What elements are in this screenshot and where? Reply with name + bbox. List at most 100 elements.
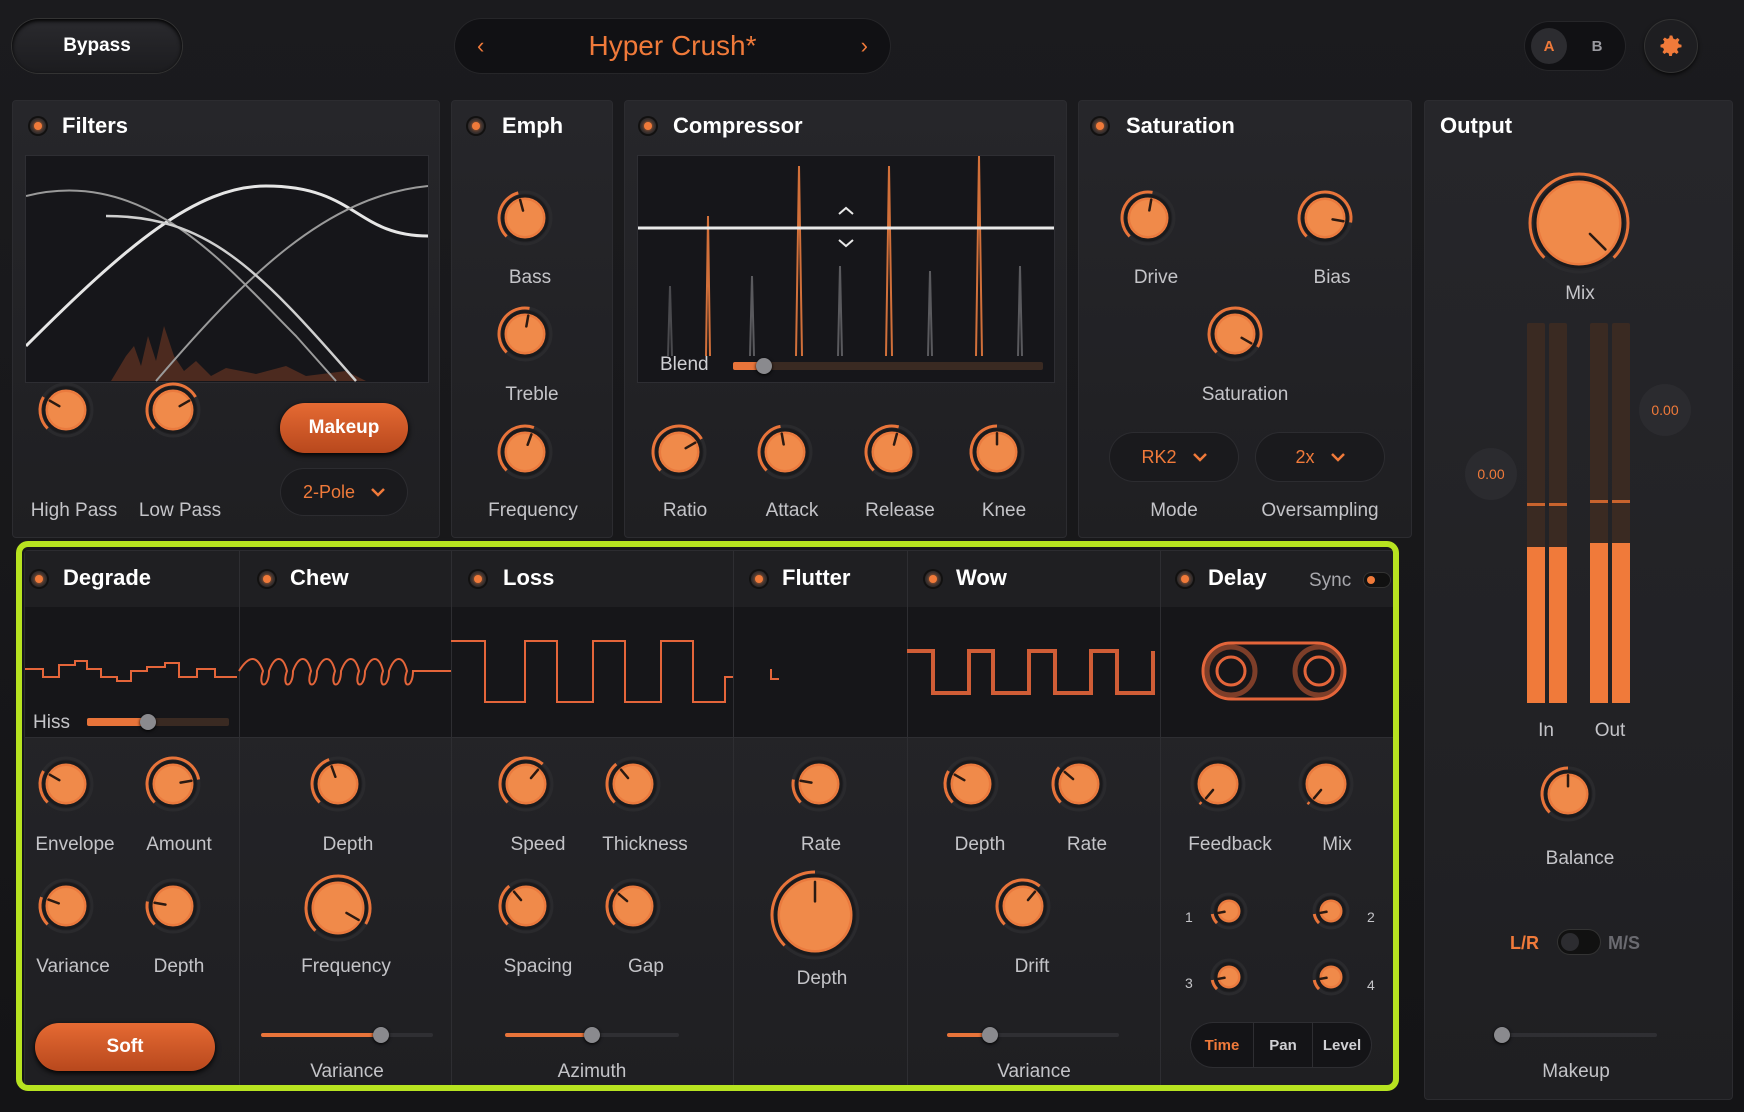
hiss-slider[interactable] [87, 714, 229, 730]
drift-knob[interactable] [994, 877, 1052, 940]
mode-select[interactable]: RK2 [1110, 433, 1238, 481]
slider-thumb[interactable] [373, 1027, 390, 1043]
flutter-rate-knob[interactable] [790, 755, 848, 818]
flutter-depth-knob[interactable] [769, 869, 861, 966]
knob-graphic [38, 756, 94, 812]
chew-enable-led[interactable] [259, 571, 275, 587]
feedback-knob[interactable] [1189, 755, 1247, 818]
gap-knob[interactable] [604, 877, 662, 940]
stereo-mode-toggle[interactable] [1558, 930, 1600, 954]
knob-graphic [1210, 892, 1248, 930]
a-button[interactable]: A [1531, 28, 1567, 64]
next-preset-button[interactable]: › [861, 33, 868, 59]
emph-frequency-knob[interactable] [496, 423, 554, 486]
gap-label: Gap [628, 956, 664, 977]
chew-variance-slider[interactable] [261, 1027, 433, 1043]
slider-fill [261, 1033, 382, 1037]
preset-name[interactable]: Hyper Crush* [588, 30, 756, 62]
azimuth-slider[interactable] [505, 1027, 679, 1043]
release-knob[interactable] [863, 423, 921, 486]
bypass-button[interactable]: Bypass [12, 19, 182, 73]
slider-thumb[interactable] [756, 358, 772, 374]
sync-toggle-thumb [1367, 576, 1375, 584]
drive-knob[interactable] [1119, 189, 1177, 252]
soft-button[interactable]: Soft [35, 1023, 215, 1071]
compressor-display[interactable]: Blend [637, 155, 1055, 383]
loss-enable-led[interactable] [470, 571, 486, 587]
wow-enable-led[interactable] [925, 571, 941, 587]
delay-mode-segmented[interactable]: Time Pan Level [1191, 1023, 1371, 1067]
knob-graphic [145, 878, 201, 934]
time-tab[interactable]: Time [1191, 1023, 1253, 1067]
degrade-amount-knob[interactable] [144, 755, 202, 818]
attack-knob[interactable] [756, 423, 814, 486]
ratio-knob[interactable] [650, 423, 708, 486]
output-gain-value[interactable]: 0.00 [1639, 384, 1691, 436]
spacing-knob[interactable] [497, 877, 555, 940]
thickness-knob[interactable] [604, 755, 662, 818]
flutter-enable-led[interactable] [751, 571, 767, 587]
tap-3-knob[interactable] [1209, 957, 1249, 1002]
wow-depth-knob[interactable] [942, 755, 1000, 818]
knee-knob[interactable] [968, 423, 1026, 486]
envelope-knob[interactable] [37, 755, 95, 818]
ms-label[interactable]: M/S [1608, 933, 1640, 954]
chew-frequency-knob[interactable] [303, 873, 373, 948]
degrade-title: Degrade [63, 565, 152, 590]
filter-slope-select[interactable]: 2-Pole [281, 469, 407, 515]
speed-knob[interactable] [497, 755, 555, 818]
knob-graphic [770, 870, 860, 960]
makeup-button[interactable]: Makeup [280, 403, 408, 453]
slider-thumb[interactable] [1493, 1027, 1510, 1043]
blend-slider[interactable] [733, 358, 1043, 374]
sync-toggle[interactable] [1364, 573, 1390, 587]
makeup-slider[interactable] [1493, 1027, 1657, 1043]
compressor-enable-led[interactable] [640, 118, 656, 134]
ab-compare-switch[interactable]: A B [1525, 22, 1625, 70]
preset-selector[interactable]: ‹ Hyper Crush* › [455, 19, 890, 73]
wow-rate-label: Rate [1066, 834, 1108, 855]
saturation-enable-led[interactable] [1092, 118, 1108, 134]
input-gain-value[interactable]: 0.00 [1465, 448, 1517, 500]
azimuth-label: Azimuth [557, 1061, 627, 1082]
delay-mix-knob[interactable] [1297, 755, 1355, 818]
slider-thumb[interactable] [982, 1027, 998, 1043]
high-pass-knob[interactable] [37, 381, 95, 444]
oversampling-select[interactable]: 2x [1256, 433, 1384, 481]
balance-label: Balance [1545, 848, 1615, 869]
wow-variance-slider[interactable] [947, 1027, 1119, 1043]
slider-fill [505, 1033, 592, 1037]
emph-enable-led[interactable] [468, 118, 484, 134]
tap-2-knob[interactable] [1311, 891, 1351, 936]
saturation-knob[interactable] [1206, 305, 1264, 368]
bass-knob[interactable] [496, 189, 554, 252]
pan-tab[interactable]: Pan [1253, 1023, 1312, 1067]
delay-enable-led[interactable] [1177, 571, 1193, 587]
low-pass-knob[interactable] [144, 381, 202, 444]
filters-response-display[interactable] [24, 155, 429, 383]
wow-title: Wow [956, 565, 1007, 590]
slider-thumb[interactable] [584, 1027, 600, 1043]
degrade-depth-knob[interactable] [144, 877, 202, 940]
level-tab[interactable]: Level [1312, 1023, 1371, 1067]
lr-label[interactable]: L/R [1510, 933, 1539, 954]
chew-depth-knob[interactable] [309, 755, 367, 818]
drive-label: Drive [1133, 267, 1179, 288]
wow-rate-knob[interactable] [1050, 755, 1108, 818]
degrade-enable-led[interactable] [31, 571, 47, 587]
mix-knob[interactable] [1527, 171, 1631, 280]
treble-knob[interactable] [496, 305, 554, 368]
balance-knob[interactable] [1539, 765, 1597, 828]
tap-1-knob[interactable] [1209, 891, 1249, 936]
settings-button[interactable] [1645, 20, 1697, 72]
filters-enable-led[interactable] [30, 118, 46, 134]
degrade-variance-knob[interactable] [37, 877, 95, 940]
slider-thumb[interactable] [140, 714, 157, 730]
b-button[interactable]: B [1579, 28, 1615, 64]
thickness-label: Thickness [602, 834, 688, 855]
bias-knob[interactable] [1296, 189, 1354, 252]
degrade-depth-label: Depth [153, 956, 205, 977]
tap-4-knob[interactable] [1311, 957, 1351, 1002]
chew-depth-label: Depth [322, 834, 374, 855]
prev-preset-button[interactable]: ‹ [477, 33, 484, 59]
